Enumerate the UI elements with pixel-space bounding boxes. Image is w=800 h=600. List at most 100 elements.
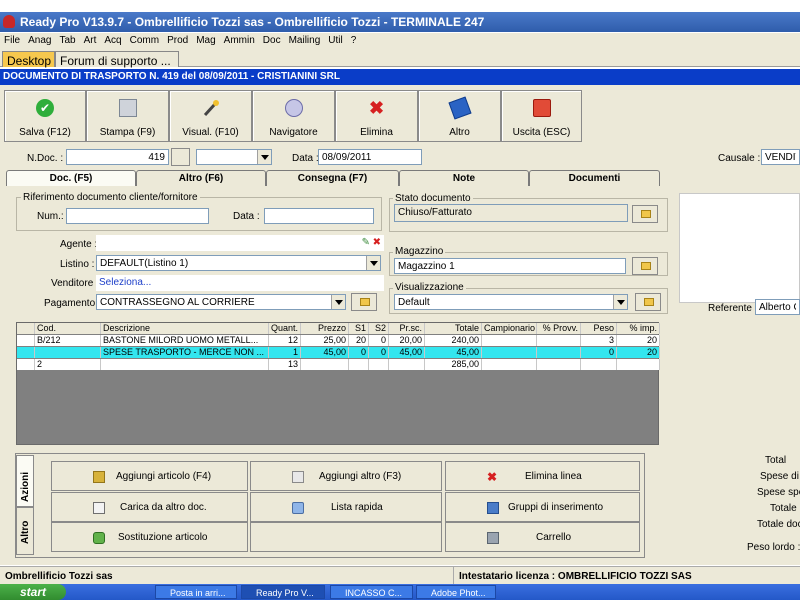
- quick-list-button[interactable]: Lista rapida: [250, 492, 442, 522]
- menu-prod[interactable]: Prod: [163, 33, 192, 46]
- menu-art[interactable]: Art: [80, 33, 101, 46]
- tab-desktop[interactable]: Desktop: [2, 51, 55, 68]
- table-cell[interactable]: [537, 335, 581, 346]
- add-article-button[interactable]: Aggiungi articolo (F4): [51, 461, 248, 491]
- causale-field[interactable]: [761, 149, 800, 165]
- reference-num-field[interactable]: [66, 208, 209, 224]
- table-cell[interactable]: [581, 359, 617, 370]
- table-row[interactable]: 2 13 285,00: [17, 359, 660, 370]
- tab-documenti[interactable]: Documenti: [529, 170, 660, 186]
- column-header[interactable]: Campionario: [482, 323, 537, 334]
- view-button[interactable]: Visual. (F10): [169, 90, 252, 142]
- column-header[interactable]: % imp.: [617, 323, 660, 334]
- table-cell[interactable]: [301, 359, 349, 370]
- tab-forum[interactable]: Forum di supporto ...: [55, 51, 179, 68]
- table-cell[interactable]: 12: [269, 335, 301, 346]
- table-cell[interactable]: [482, 335, 537, 346]
- menu-comm[interactable]: Comm: [126, 33, 163, 46]
- menu-util[interactable]: Util: [324, 33, 346, 46]
- start-button[interactable]: start: [0, 584, 66, 600]
- menu-acq[interactable]: Acq: [100, 33, 125, 46]
- insert-groups-button[interactable]: Gruppi di inserimento: [445, 492, 640, 522]
- table-cell[interactable]: 0: [581, 347, 617, 358]
- save-button[interactable]: ✔ Salva (F12): [4, 90, 86, 142]
- tab-note[interactable]: Note: [399, 170, 529, 186]
- agent-field[interactable]: ✎ ✖: [96, 235, 384, 251]
- status-folder-button[interactable]: [632, 205, 658, 223]
- table-cell[interactable]: 20: [617, 335, 660, 346]
- table-cell[interactable]: 45,00: [301, 347, 349, 358]
- column-header[interactable]: Totale: [425, 323, 482, 334]
- table-cell[interactable]: [369, 359, 389, 370]
- tab-altro[interactable]: Altro (F6): [136, 170, 266, 186]
- menu-doc[interactable]: Doc: [259, 33, 285, 46]
- edit-pencil-icon[interactable]: ✎: [362, 237, 370, 248]
- table-cell[interactable]: [537, 347, 581, 358]
- table-cell[interactable]: [389, 359, 425, 370]
- table-cell[interactable]: BASTONE MILORD UOMO METALL...: [101, 335, 269, 346]
- delete-button[interactable]: ✖ Elimina: [335, 90, 418, 142]
- table-cell[interactable]: 45,00: [425, 347, 482, 358]
- tab-consegna[interactable]: Consegna (F7): [266, 170, 399, 186]
- column-header[interactable]: S1: [349, 323, 369, 334]
- ndoc-series-select[interactable]: [196, 149, 272, 165]
- column-header[interactable]: S2: [369, 323, 389, 334]
- column-header[interactable]: Cod.: [35, 323, 101, 334]
- table-cell[interactable]: [482, 359, 537, 370]
- table-cell[interactable]: 45,00: [389, 347, 425, 358]
- column-header[interactable]: Pr.sc.: [389, 323, 425, 334]
- table-cell[interactable]: 25,00: [301, 335, 349, 346]
- menu-ammin[interactable]: Ammin: [220, 33, 259, 46]
- side-tab-other[interactable]: Altro: [16, 507, 34, 555]
- table-cell[interactable]: 0: [369, 347, 389, 358]
- exit-button[interactable]: Uscita (ESC): [501, 90, 582, 142]
- ndoc-suffix-field[interactable]: [171, 148, 190, 166]
- view-mode-select[interactable]: Default: [394, 294, 628, 310]
- table-cell[interactable]: 0: [349, 347, 369, 358]
- column-header[interactable]: Quant.: [269, 323, 301, 334]
- clear-x-icon[interactable]: ✖: [373, 237, 381, 248]
- table-cell[interactable]: [617, 359, 660, 370]
- table-row[interactable]: B/212 BASTONE MILORD UOMO METALL... 12 25,0…: [17, 335, 660, 346]
- table-cell[interactable]: 285,00: [425, 359, 482, 370]
- table-cell[interactable]: [482, 347, 537, 358]
- table-cell[interactable]: 3: [581, 335, 617, 346]
- table-cell[interactable]: [35, 347, 101, 358]
- table-cell[interactable]: 20: [617, 347, 660, 358]
- menu-tab[interactable]: Tab: [55, 33, 79, 46]
- side-tab-actions[interactable]: Azioni: [16, 455, 34, 507]
- price-list-select[interactable]: DEFAULT(Listino 1): [96, 255, 381, 271]
- seller-select-link[interactable]: Seleziona...: [96, 275, 384, 291]
- reference-date-field[interactable]: [264, 208, 374, 224]
- table-cell[interactable]: 13: [269, 359, 301, 370]
- table-row[interactable]: SPESE TRASPORTO - MERCE NON ... 1 45,00 0 0 4…: [17, 347, 660, 358]
- taskbar-item-incasso[interactable]: INCASSO C...: [330, 585, 413, 599]
- cart-button[interactable]: Carrello: [445, 522, 640, 552]
- load-from-doc-button[interactable]: Carica da altro doc.: [51, 492, 248, 522]
- payment-folder-button[interactable]: [351, 293, 377, 311]
- taskbar-item-mail[interactable]: Posta in arri...: [155, 585, 237, 599]
- table-cell[interactable]: B/212: [35, 335, 101, 346]
- table-cell[interactable]: [101, 359, 269, 370]
- table-cell[interactable]: 1: [269, 347, 301, 358]
- contact-field[interactable]: [755, 299, 800, 315]
- taskbar-item-photoshop[interactable]: Adobe Phot...: [416, 585, 496, 599]
- column-header[interactable]: % Provv.: [537, 323, 581, 334]
- tab-doc[interactable]: Doc. (F5): [6, 170, 136, 186]
- warehouse-field[interactable]: Magazzino 1: [394, 258, 626, 274]
- menu-mailing[interactable]: Mailing: [285, 33, 325, 46]
- table-cell[interactable]: 0: [369, 335, 389, 346]
- table-cell[interactable]: 20,00: [389, 335, 425, 346]
- table-cell[interactable]: SPESE TRASPORTO - MERCE NON ...: [101, 347, 269, 358]
- menu-mag[interactable]: Mag: [192, 33, 219, 46]
- table-cell[interactable]: [537, 359, 581, 370]
- table-cell[interactable]: 20: [349, 335, 369, 346]
- replace-article-button[interactable]: Sostituzione articolo: [51, 522, 248, 552]
- taskbar-item-readypro[interactable]: Ready Pro V...: [241, 585, 325, 599]
- add-other-button[interactable]: Aggiungi altro (F3): [250, 461, 442, 491]
- view-mode-folder-button[interactable]: [635, 293, 661, 311]
- table-cell[interactable]: [349, 359, 369, 370]
- column-header[interactable]: Peso: [581, 323, 617, 334]
- menu-anag[interactable]: Anag: [24, 33, 55, 46]
- delete-line-button[interactable]: ✖ Elimina linea: [445, 461, 640, 491]
